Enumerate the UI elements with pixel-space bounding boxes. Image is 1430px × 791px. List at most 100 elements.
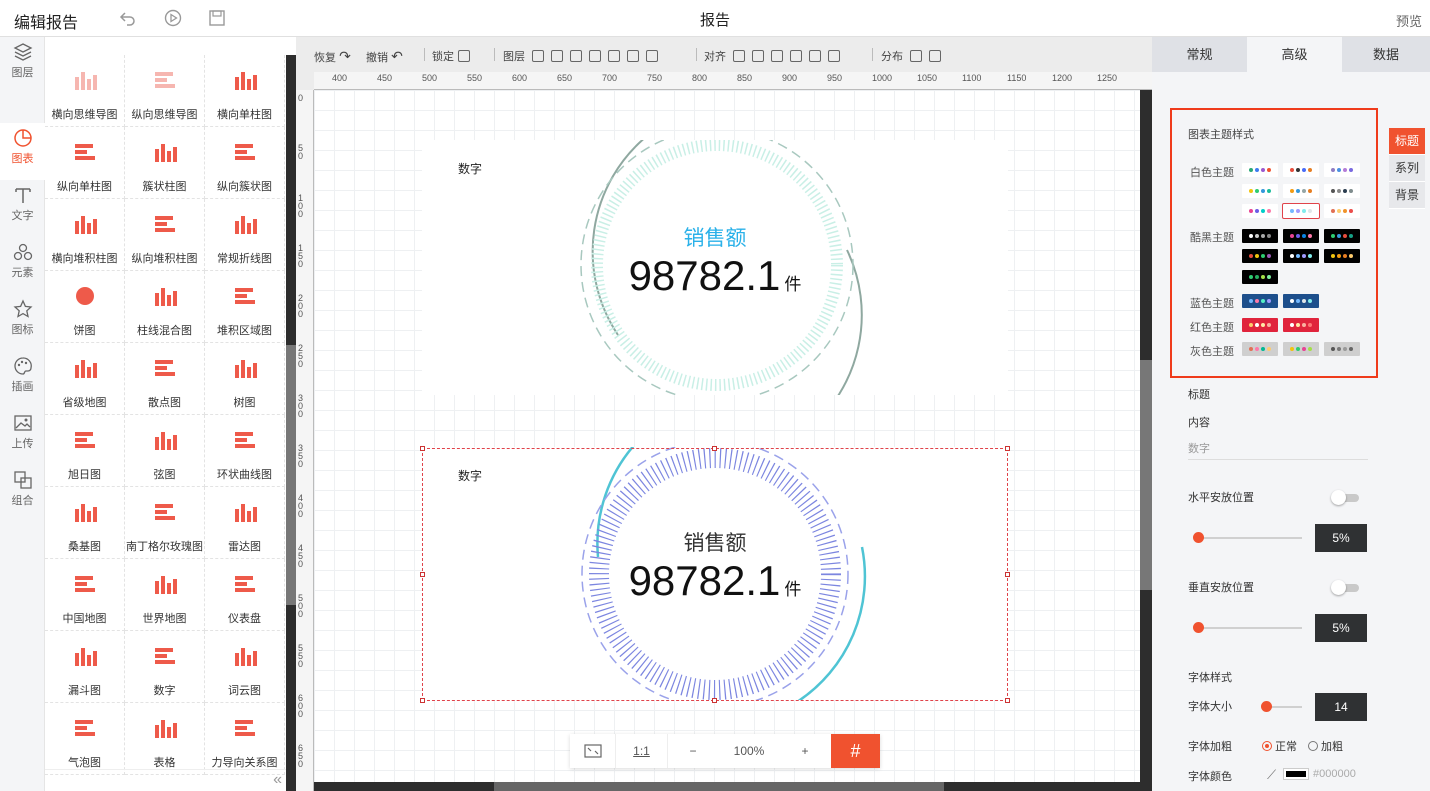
chart-type-cn[interactable]: 中国地图 [45, 559, 125, 631]
chart-type-sbar[interactable]: 横向堆积柱图 [45, 199, 125, 271]
chart-type-rose[interactable]: 南丁格尔玫瑰图 [125, 487, 205, 559]
copy-icon[interactable] [646, 50, 659, 62]
theme-swatch[interactable] [1283, 249, 1319, 263]
theme-swatch[interactable] [1283, 163, 1319, 177]
chart-type-mind2[interactable]: 纵向思维导图 [125, 55, 205, 127]
align-center-icon[interactable] [752, 50, 765, 62]
send-down-icon[interactable] [570, 50, 583, 62]
nav-elements[interactable]: 元素 [0, 237, 45, 294]
nav-group[interactable]: 组合 [0, 465, 45, 522]
theme-swatch[interactable] [1242, 249, 1278, 263]
preview-button[interactable]: 预览 [1396, 11, 1422, 30]
resize-handle[interactable] [712, 446, 717, 451]
theme-swatch[interactable] [1283, 342, 1319, 356]
chart-type-bar[interactable]: 横向单柱图 [205, 55, 285, 127]
radio-checked[interactable] [1262, 741, 1272, 751]
chart-type-pie[interactable]: 饼图 [45, 271, 125, 343]
align-bottom-icon[interactable] [828, 50, 841, 62]
zoom-out-button[interactable]: − [668, 734, 718, 768]
selection-box[interactable] [420, 446, 1010, 703]
chart-type-table[interactable]: 表格 [125, 703, 205, 775]
chart-type-chord[interactable]: 弦图 [125, 415, 205, 487]
chart-type-mix[interactable]: 柱线混合图 [125, 271, 205, 343]
resize-handle[interactable] [420, 698, 425, 703]
weight-normal-option[interactable]: 正常 [1262, 738, 1297, 754]
font-size-value[interactable]: 14 [1315, 693, 1367, 721]
lock-button[interactable]: 锁定 [432, 48, 470, 64]
align-middle-icon[interactable] [809, 50, 822, 62]
chart-type-sun[interactable]: 旭日图 [45, 415, 125, 487]
resize-handle[interactable] [420, 446, 425, 451]
theme-swatch[interactable] [1324, 163, 1360, 177]
tab-data[interactable]: 数据 [1342, 37, 1430, 72]
theme-swatch[interactable] [1324, 184, 1360, 198]
tab-advanced[interactable]: 高级 [1247, 37, 1342, 72]
resize-handle[interactable] [1005, 572, 1010, 577]
chart-type-tree[interactable]: 树图 [205, 343, 285, 415]
v-position-value[interactable]: 5% [1315, 614, 1367, 642]
chart-type-funnel[interactable]: 漏斗图 [45, 631, 125, 703]
theme-swatch[interactable] [1242, 294, 1278, 308]
sidetab-background[interactable]: 背景 [1389, 182, 1425, 209]
chart-type-bubble[interactable]: 气泡图 [45, 703, 125, 775]
theme-swatch[interactable] [1283, 294, 1319, 308]
scroll-thumb[interactable] [286, 345, 296, 605]
chart-type-area[interactable]: 堆积区域图 [205, 271, 285, 343]
theme-swatch[interactable] [1324, 229, 1360, 243]
palette-scrollbar[interactable] [286, 55, 296, 791]
bring-up-icon[interactable] [551, 50, 564, 62]
align-left-icon[interactable] [733, 50, 746, 62]
tab-general[interactable]: 常规 [1152, 37, 1247, 72]
chart-type-sankey[interactable]: 桑基图 [45, 487, 125, 559]
theme-swatch[interactable] [1242, 318, 1278, 332]
chart-type-cbar[interactable]: 簇状柱图 [125, 127, 205, 199]
theme-swatch[interactable] [1242, 342, 1278, 356]
theme-swatch[interactable] [1283, 318, 1319, 332]
align-right-icon[interactable] [771, 50, 784, 62]
chart-type-hsbar[interactable]: 纵向堆积柱图 [125, 199, 205, 271]
theme-swatch[interactable] [1242, 163, 1278, 177]
align-top-icon[interactable] [790, 50, 803, 62]
nav-illustrations[interactable]: 插画 [0, 351, 45, 408]
nav-layers[interactable]: 图层 [0, 37, 45, 94]
one-to-one-button[interactable]: 1:1 [616, 734, 668, 768]
chart-type-hbar[interactable]: 纵向单柱图 [45, 127, 125, 199]
layer-tree-icon[interactable] [532, 50, 545, 62]
chart-type-hcbar[interactable]: 纵向簇状图 [205, 127, 285, 199]
chart-type-mind[interactable]: 横向思维导图 [45, 55, 125, 127]
chart-type-radar[interactable]: 雷达图 [205, 487, 285, 559]
canvas-horizontal-scrollbar[interactable] [314, 782, 1140, 791]
theme-swatch[interactable] [1242, 184, 1278, 198]
redo-button[interactable]: 恢复 ↷ [314, 48, 351, 65]
theme-swatch[interactable] [1324, 342, 1360, 356]
nav-charts[interactable]: 图表 [0, 123, 45, 180]
scroll-thumb[interactable] [494, 782, 944, 791]
theme-swatch[interactable] [1324, 249, 1360, 263]
font-color-value[interactable]: #000000 [1313, 768, 1356, 780]
undo-button[interactable]: 撤销 ↶ [366, 48, 403, 65]
delete-icon[interactable] [627, 50, 640, 62]
chart-type-scatter[interactable]: 散点图 [125, 343, 205, 415]
sidetab-title[interactable]: 标题 [1389, 128, 1425, 155]
theme-swatch[interactable] [1242, 270, 1278, 284]
chart-type-map[interactable]: 省级地图 [45, 343, 125, 415]
distribute-h-icon[interactable] [910, 50, 923, 62]
h-position-value[interactable]: 5% [1315, 524, 1367, 552]
grid-icon[interactable]: # [831, 734, 880, 768]
theme-swatch[interactable] [1242, 229, 1278, 243]
send-back-icon[interactable] [608, 50, 621, 62]
content-input[interactable]: 数字 [1188, 438, 1368, 460]
theme-swatch[interactable] [1282, 203, 1320, 219]
distribute-v-icon[interactable] [929, 50, 942, 62]
color-swatch[interactable] [1283, 768, 1309, 780]
weight-bold-option[interactable]: 加粗 [1308, 738, 1343, 754]
canvas-vertical-scrollbar[interactable] [1140, 90, 1152, 791]
chart-type-world[interactable]: 世界地图 [125, 559, 205, 631]
nav-icons[interactable]: 图标 [0, 294, 45, 351]
collapse-panel-icon[interactable]: « [45, 769, 286, 791]
v-position-toggle[interactable] [1331, 580, 1359, 595]
fit-screen-icon[interactable] [570, 734, 616, 768]
v-position-slider[interactable] [1193, 622, 1302, 633]
h-position-toggle[interactable] [1331, 490, 1359, 505]
chart-type-word[interactable]: 词云图 [205, 631, 285, 703]
